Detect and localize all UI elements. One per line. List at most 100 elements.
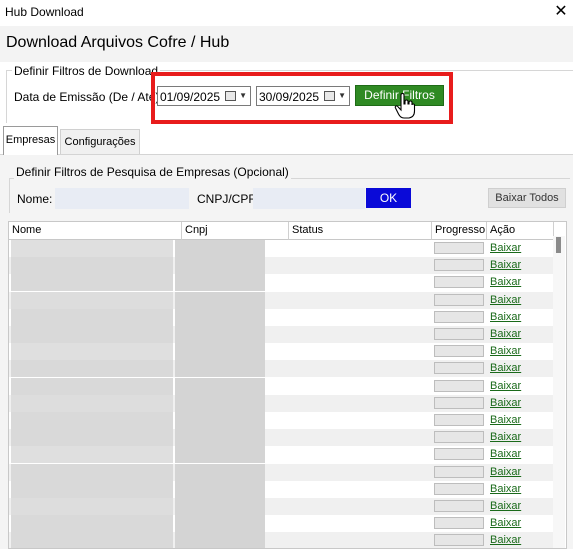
- redacted-cnpj-cell: [175, 360, 265, 378]
- redacted-cnpj-cell: [175, 498, 265, 515]
- progress-bar: [434, 276, 484, 289]
- progress-bar: [434, 259, 484, 272]
- redacted-cnpj-cell: [175, 412, 265, 429]
- redacted-cnpj-cell: [175, 532, 265, 548]
- emission-date-label: Data de Emissão (De / Até):: [14, 90, 163, 104]
- table-row[interactable]: Baixar: [9, 446, 554, 464]
- baixar-link[interactable]: Baixar: [490, 534, 521, 546]
- redacted-cnpj-cell: [175, 480, 265, 498]
- redacted-name-cell: [11, 257, 173, 275]
- redacted-cnpj-cell: [175, 326, 265, 343]
- cnpj-input[interactable]: [253, 188, 365, 209]
- baixar-link[interactable]: Baixar: [490, 448, 521, 460]
- baixar-link[interactable]: Baixar: [490, 466, 521, 478]
- baixar-link[interactable]: Baixar: [490, 397, 521, 409]
- column-header-status[interactable]: Status: [289, 222, 432, 240]
- redacted-cnpj-cell: [175, 257, 265, 275]
- download-filters-title: Definir Filtros de Download: [12, 64, 161, 78]
- progress-bar: [434, 396, 484, 409]
- title-bar: [0, 0, 573, 26]
- baixar-link[interactable]: Baixar: [490, 414, 521, 426]
- nome-input[interactable]: [55, 188, 189, 209]
- baixar-link[interactable]: Baixar: [490, 294, 521, 306]
- baixar-link[interactable]: Baixar: [490, 362, 521, 374]
- redacted-cnpj-cell: [175, 446, 265, 464]
- page-title: Download Arquivos Cofre / Hub: [6, 34, 230, 51]
- redacted-cnpj-cell: [175, 343, 265, 361]
- window-title: Hub Download: [5, 5, 84, 19]
- table-row[interactable]: Baixar: [9, 360, 554, 378]
- scrollbar-thumb[interactable]: [556, 237, 561, 253]
- column-header-nome[interactable]: Nome: [9, 222, 182, 240]
- progress-bar: [434, 500, 484, 512]
- redacted-cnpj-cell: [175, 463, 265, 481]
- progress-bar: [434, 482, 484, 495]
- redacted-name-cell: [11, 343, 173, 361]
- close-icon[interactable]: ✕: [553, 2, 569, 22]
- column-header-progresso[interactable]: Progresso: [432, 222, 487, 240]
- redacted-name-cell: [11, 515, 173, 533]
- companies-grid[interactable]: Nome Cnpj Status Progresso Ação Baixar Ba…: [8, 221, 567, 549]
- redacted-name-cell: [11, 274, 173, 292]
- redacted-name-cell: [11, 412, 173, 429]
- baixar-link[interactable]: Baixar: [490, 431, 521, 443]
- redacted-cnpj-cell: [175, 240, 265, 257]
- table-row[interactable]: Baixar: [9, 412, 554, 429]
- baixar-todos-button[interactable]: Baixar Todos: [488, 188, 566, 208]
- table-row[interactable]: Baixar: [9, 377, 554, 395]
- baixar-link[interactable]: Baixar: [490, 242, 521, 254]
- table-row[interactable]: Baixar: [9, 463, 554, 481]
- redacted-name-cell: [11, 463, 173, 481]
- table-row[interactable]: Baixar: [9, 240, 554, 257]
- tab-configuracoes[interactable]: Configurações: [60, 129, 140, 154]
- redacted-name-cell: [11, 480, 173, 498]
- table-row[interactable]: Baixar: [9, 274, 554, 292]
- redacted-name-cell: [11, 360, 173, 378]
- progress-bar: [434, 465, 484, 478]
- redacted-cnpj-cell: [175, 515, 265, 533]
- hand-pointer-icon: [394, 93, 416, 119]
- column-header-cnpj[interactable]: Cnpj: [182, 222, 289, 240]
- table-row[interactable]: Baixar: [9, 532, 554, 548]
- vertical-scrollbar[interactable]: [553, 236, 565, 548]
- baixar-link[interactable]: Baixar: [490, 345, 521, 357]
- table-row[interactable]: Baixar: [9, 515, 554, 533]
- table-row[interactable]: Baixar: [9, 326, 554, 343]
- redacted-name-cell: [11, 308, 173, 326]
- progress-bar: [434, 345, 484, 358]
- column-header-acao[interactable]: Ação: [487, 222, 554, 240]
- redacted-name-cell: [11, 498, 173, 515]
- baixar-link[interactable]: Baixar: [490, 328, 521, 340]
- progress-bar: [434, 310, 484, 323]
- table-row[interactable]: Baixar: [9, 498, 554, 515]
- progress-bar: [434, 414, 484, 426]
- progress-bar: [434, 362, 484, 375]
- redacted-name-cell: [11, 532, 173, 548]
- progress-bar: [434, 431, 484, 444]
- baixar-link[interactable]: Baixar: [490, 483, 521, 495]
- baixar-link[interactable]: Baixar: [490, 311, 521, 323]
- redacted-cnpj-cell: [175, 308, 265, 326]
- ok-button[interactable]: OK: [366, 188, 411, 208]
- table-row[interactable]: Baixar: [9, 308, 554, 326]
- progress-bar: [434, 328, 484, 340]
- baixar-link[interactable]: Baixar: [490, 259, 521, 271]
- progress-bar: [434, 448, 484, 461]
- table-row[interactable]: Baixar: [9, 429, 554, 447]
- table-row[interactable]: Baixar: [9, 394, 554, 412]
- table-row[interactable]: Baixar: [9, 480, 554, 498]
- company-search-title: Definir Filtros de Pesquisa de Empresas …: [14, 165, 291, 179]
- baixar-link[interactable]: Baixar: [490, 500, 521, 512]
- tab-empresas[interactable]: Empresas: [3, 126, 58, 155]
- redacted-cnpj-cell: [175, 377, 265, 395]
- baixar-link[interactable]: Baixar: [490, 276, 521, 288]
- progress-bar: [434, 517, 484, 530]
- baixar-link[interactable]: Baixar: [490, 517, 521, 529]
- redacted-name-cell: [11, 446, 173, 464]
- redacted-cnpj-cell: [175, 291, 265, 309]
- progress-bar: [434, 293, 484, 306]
- table-row[interactable]: Baixar: [9, 343, 554, 361]
- table-row[interactable]: Baixar: [9, 257, 554, 275]
- table-row[interactable]: Baixar: [9, 291, 554, 309]
- baixar-link[interactable]: Baixar: [490, 380, 521, 392]
